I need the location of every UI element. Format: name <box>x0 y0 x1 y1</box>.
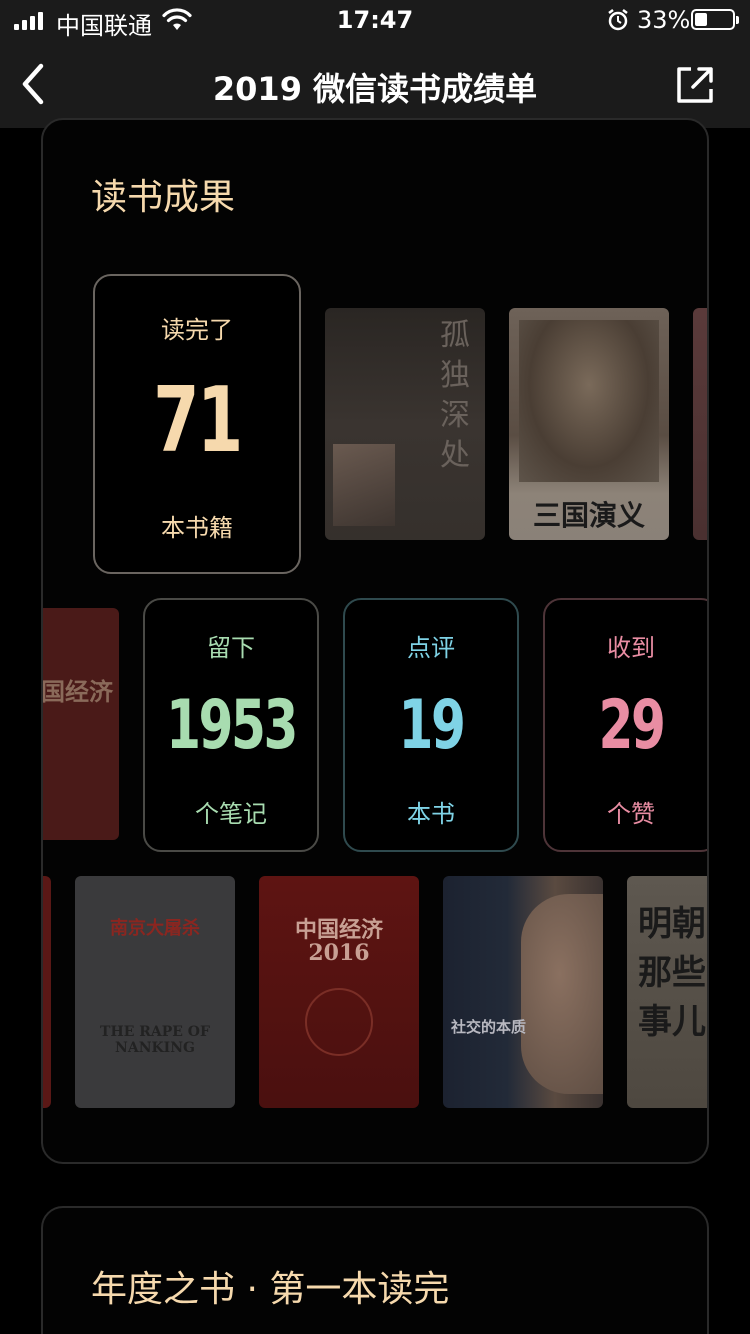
cover-photo <box>333 444 395 526</box>
book-title: 孤独深处 <box>440 318 470 473</box>
book-cover[interactable]: 孤独深处 <box>325 308 485 540</box>
stat-label-top: 留下 <box>207 634 255 662</box>
book-cover[interactable]: 明朝那些事儿 <box>627 876 707 1108</box>
stat-label-bottom: 个赞 <box>607 800 655 828</box>
book-cover[interactable]: 国经济 <box>41 608 119 840</box>
book-cover[interactable]: 三国演义 <box>509 308 669 540</box>
card-title: 年度之书 · 第一本读完 <box>91 1269 450 1310</box>
stat-notes: 留下 1953 个笔记 <box>143 598 319 852</box>
page-title: 2019 微信读书成绩单 <box>212 70 538 108</box>
book-year: 2016 <box>308 940 370 966</box>
cover-portrait <box>521 894 603 1094</box>
stat-label-top: 收到 <box>607 634 655 662</box>
book-subtitle: THE RAPE OF NANKING <box>100 1024 210 1056</box>
battery-percent: 33% <box>637 6 691 34</box>
reading-achievements-card: 读书成果 读完了 71 本书籍 孤独深处 三国演义 国经济 留下 1953 个笔… <box>41 118 709 1164</box>
stat-value: 1953 <box>166 686 298 765</box>
book-title: 明朝那些事儿 <box>638 904 706 1042</box>
stat-reviews: 点评 19 本书 <box>343 598 519 852</box>
book-cover[interactable]: 中国经济 2016 <box>259 876 419 1108</box>
nav-bar: 2019 微信读书成绩单 <box>0 40 750 128</box>
stat-books-read: 读完了 71 本书籍 <box>93 274 301 574</box>
book-cover[interactable] <box>43 876 51 1108</box>
status-bar: 中国联通 17:47 33% <box>0 0 750 40</box>
share-icon <box>677 67 713 103</box>
book-title: 南京大屠杀 <box>110 918 200 939</box>
stat-label-top: 读完了 <box>161 316 233 344</box>
stat-label-bottom: 本书 <box>407 800 455 828</box>
battery-level <box>695 13 707 26</box>
stat-likes: 收到 29 个赞 <box>543 598 707 852</box>
book-cover[interactable]: 南京大屠杀 THE RAPE OF NANKING <box>75 876 235 1108</box>
book-title: 三国演义 <box>532 499 645 532</box>
card-title: 读书成果 <box>91 177 236 218</box>
stat-label-bottom: 个笔记 <box>195 800 267 828</box>
book-title: 国经济 <box>41 677 113 706</box>
book-of-year-card: 年度之书 · 第一本读完 <box>41 1206 709 1334</box>
stat-label-bottom: 本书籍 <box>161 514 233 542</box>
stat-value: 19 <box>398 686 466 765</box>
stat-value: 29 <box>598 686 666 765</box>
alarm-icon <box>606 8 630 36</box>
book-cover[interactable]: 社交的本质 <box>443 876 603 1108</box>
stat-value: 71 <box>153 368 243 473</box>
stat-label-top: 点评 <box>407 634 455 662</box>
share-button[interactable] <box>670 60 720 110</box>
book-title: 社交的本质 <box>451 1018 527 1036</box>
book-cover[interactable] <box>693 308 707 540</box>
battery-icon <box>691 9 739 30</box>
cover-seal <box>305 988 373 1056</box>
cover-illustration <box>519 320 659 482</box>
